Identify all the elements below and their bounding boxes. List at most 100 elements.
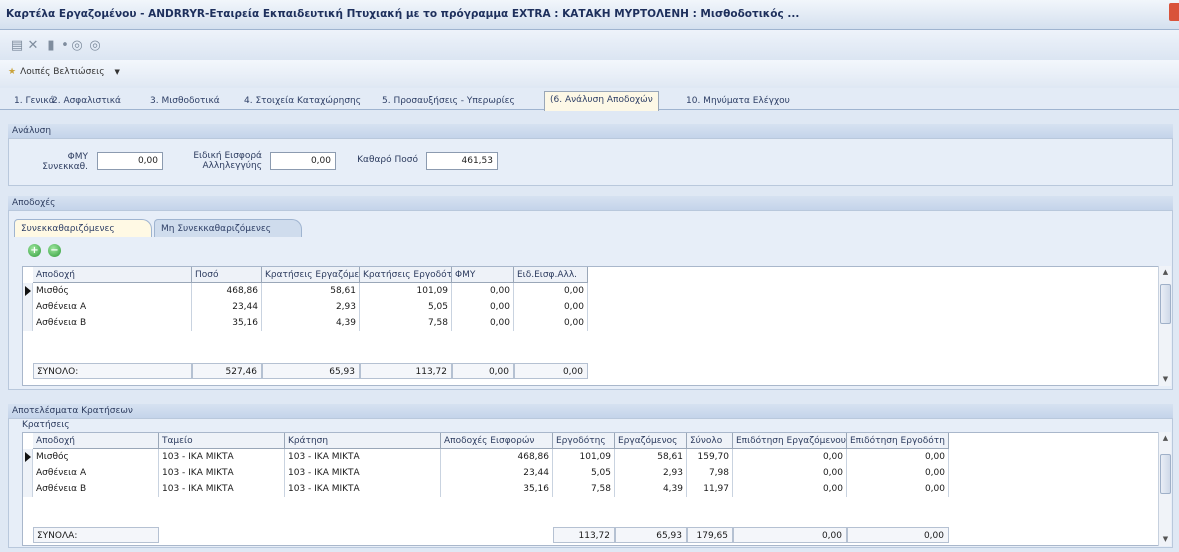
col-earning[interactable]: Αποδοχή — [33, 433, 159, 449]
cell-employer-deductions[interactable]: 7,58 — [360, 315, 452, 331]
cell-fmy[interactable]: 0,00 — [452, 315, 514, 331]
scroll-up-icon[interactable]: ▲ — [1159, 432, 1172, 445]
cell-fmy[interactable]: 0,00 — [452, 283, 514, 299]
table-row[interactable]: Ασθένεια Β 35,16 4,39 7,58 0,00 0,00 — [23, 315, 1159, 331]
cell-employee-subsidy[interactable]: 0,00 — [733, 481, 847, 497]
scroll-down-icon[interactable]: ▼ — [1159, 533, 1172, 546]
col-employee-subsidy[interactable]: Επιδότηση Εργαζόμενου — [733, 433, 847, 449]
row-selector[interactable] — [23, 481, 33, 497]
cell-employer[interactable]: 7,58 — [553, 481, 615, 497]
table-row[interactable]: Ασθένεια Α 23,44 2,93 5,05 0,00 0,00 — [23, 299, 1159, 315]
deductions-scrollbar[interactable]: ▲ ▼ — [1158, 432, 1171, 546]
cell-total[interactable]: 11,97 — [687, 481, 733, 497]
tab-check-messages[interactable]: 10. Μηνύματα Ελέγχου — [680, 92, 796, 110]
cell-deduction[interactable]: 103 - ΙΚΑ ΜΙΚΤΑ — [285, 449, 441, 465]
cell-total[interactable]: 159,70 — [687, 449, 733, 465]
table-row[interactable]: Ασθένεια Β 103 - ΙΚΑ ΜΙΚΤΑ 103 - ΙΚΑ ΜΙΚ… — [23, 481, 1159, 497]
cell-fund[interactable]: 103 - ΙΚΑ ΜΙΚΤΑ — [159, 481, 285, 497]
cell-fund[interactable]: 103 - ΙΚΑ ΜΙΚΤΑ — [159, 449, 285, 465]
col-employee-deductions[interactable]: Κρατήσεις Εργαζόμενου — [262, 267, 360, 283]
back-icon[interactable]: ◎ — [70, 38, 84, 53]
col-amount[interactable]: Ποσό — [192, 267, 262, 283]
col-employer-subsidy[interactable]: Επιδότηση Εργοδότη — [847, 433, 949, 449]
cell-contribution-earnings[interactable]: 23,44 — [441, 465, 553, 481]
cell-contribution-earnings[interactable]: 468,86 — [441, 449, 553, 465]
cell-earning[interactable]: Ασθένεια Α — [33, 465, 159, 481]
scroll-thumb[interactable] — [1160, 454, 1171, 494]
cell-employee-deductions[interactable]: 2,93 — [262, 299, 360, 315]
cell-special-contribution[interactable]: 0,00 — [514, 315, 588, 331]
save-icon[interactable]: ▤ — [10, 38, 24, 53]
cell-earning[interactable]: Ασθένεια Β — [33, 315, 192, 331]
close-icon[interactable] — [1169, 3, 1179, 21]
col-earning[interactable]: Αποδοχή — [33, 267, 192, 283]
scroll-thumb[interactable] — [1160, 284, 1171, 324]
tab-overtime[interactable]: 5. Προσαυξήσεις - Υπερωρίες — [376, 92, 521, 110]
tab-insurance[interactable]: 2. Ασφαλιστικά — [46, 92, 127, 110]
cell-employee-deductions[interactable]: 4,39 — [262, 315, 360, 331]
col-fund[interactable]: Ταμείο — [159, 433, 285, 449]
cell-fmy[interactable]: 0,00 — [452, 299, 514, 315]
fmy-field[interactable]: 0,00 — [97, 152, 163, 170]
cell-deduction[interactable]: 103 - ΙΚΑ ΜΙΚΤΑ — [285, 481, 441, 497]
row-selector[interactable] — [23, 449, 33, 465]
tab-earnings-analysis[interactable]: (6. Ανάλυση Αποδοχών — [544, 91, 659, 111]
cell-employer-subsidy[interactable]: 0,00 — [847, 449, 949, 465]
cell-employee[interactable]: 58,61 — [615, 449, 687, 465]
cell-earning[interactable]: Ασθένεια Β — [33, 481, 159, 497]
forward-icon[interactable]: ◎ — [88, 38, 102, 53]
table-row[interactable]: Μισθός 103 - ΙΚΑ ΜΙΚΤΑ 103 - ΙΚΑ ΜΙΚΤΑ 4… — [23, 449, 1159, 465]
cell-amount[interactable]: 468,86 — [192, 283, 262, 299]
delete-icon[interactable]: ✕ — [26, 38, 40, 53]
eidiki-field[interactable]: 0,00 — [270, 152, 336, 170]
cell-earning[interactable]: Ασθένεια Α — [33, 299, 192, 315]
col-employee[interactable]: Εργαζόμενος — [615, 433, 687, 449]
col-employer-deductions[interactable]: Κρατήσεις Εργοδότη — [360, 267, 452, 283]
cell-earning[interactable]: Μισθός — [33, 449, 159, 465]
add-icon[interactable]: + — [28, 244, 41, 257]
tab-cleared[interactable]: Συνεκκαθαριζόμενες — [14, 219, 152, 237]
net-amount-field[interactable]: 461,53 — [426, 152, 498, 170]
cell-employee[interactable]: 2,93 — [615, 465, 687, 481]
cell-employer[interactable]: 5,05 — [553, 465, 615, 481]
col-employer[interactable]: Εργοδότης — [553, 433, 615, 449]
cell-special-contribution[interactable]: 0,00 — [514, 299, 588, 315]
earnings-scrollbar[interactable]: ▲ ▼ — [1158, 266, 1171, 386]
cell-employee-subsidy[interactable]: 0,00 — [733, 449, 847, 465]
row-selector[interactable] — [23, 283, 33, 299]
table-row[interactable]: Ασθένεια Α 103 - ΙΚΑ ΜΙΚΤΑ 103 - ΙΚΑ ΜΙΚ… — [23, 465, 1159, 481]
cell-earning[interactable]: Μισθός — [33, 283, 192, 299]
col-deduction[interactable]: Κράτηση — [285, 433, 441, 449]
cell-employer-deductions[interactable]: 101,09 — [360, 283, 452, 299]
tab-registration[interactable]: 4. Στοιχεία Καταχώρησης — [238, 92, 367, 110]
actions-menu[interactable]: ★ Λοιπές Βελτιώσεις ▼ — [8, 67, 120, 77]
copy-icon[interactable]: ▮ — [44, 38, 58, 53]
table-row[interactable]: Μισθός 468,86 58,61 101,09 0,00 0,00 — [23, 283, 1159, 299]
row-selector[interactable] — [23, 315, 33, 331]
cell-deduction[interactable]: 103 - ΙΚΑ ΜΙΚΤΑ — [285, 465, 441, 481]
cell-employer-subsidy[interactable]: 0,00 — [847, 481, 949, 497]
scroll-up-icon[interactable]: ▲ — [1159, 266, 1172, 279]
cell-amount[interactable]: 23,44 — [192, 299, 262, 315]
row-selector[interactable] — [23, 299, 33, 315]
cell-contribution-earnings[interactable]: 35,16 — [441, 481, 553, 497]
row-selector[interactable] — [23, 465, 33, 481]
cell-employee[interactable]: 4,39 — [615, 481, 687, 497]
col-special-contribution[interactable]: Ειδ.Εισφ.Αλλ. — [514, 267, 588, 283]
cell-employee-deductions[interactable]: 58,61 — [262, 283, 360, 299]
cell-employer[interactable]: 101,09 — [553, 449, 615, 465]
scroll-down-icon[interactable]: ▼ — [1159, 373, 1172, 386]
remove-icon[interactable]: − — [48, 244, 61, 257]
cell-employer-deductions[interactable]: 5,05 — [360, 299, 452, 315]
cell-employee-subsidy[interactable]: 0,00 — [733, 465, 847, 481]
col-fmy[interactable]: ΦΜΥ — [452, 267, 514, 283]
tab-payroll[interactable]: 3. Μισθοδοτικά — [144, 92, 226, 110]
col-contribution-earnings[interactable]: Αποδοχές Εισφορών — [441, 433, 553, 449]
cell-employer-subsidy[interactable]: 0,00 — [847, 465, 949, 481]
cell-fund[interactable]: 103 - ΙΚΑ ΜΙΚΤΑ — [159, 465, 285, 481]
col-total[interactable]: Σύνολο — [687, 433, 733, 449]
cell-special-contribution[interactable]: 0,00 — [514, 283, 588, 299]
tab-non-cleared[interactable]: Μη Συνεκκαθαριζόμενες — [154, 219, 302, 237]
cell-total[interactable]: 7,98 — [687, 465, 733, 481]
cell-amount[interactable]: 35,16 — [192, 315, 262, 331]
